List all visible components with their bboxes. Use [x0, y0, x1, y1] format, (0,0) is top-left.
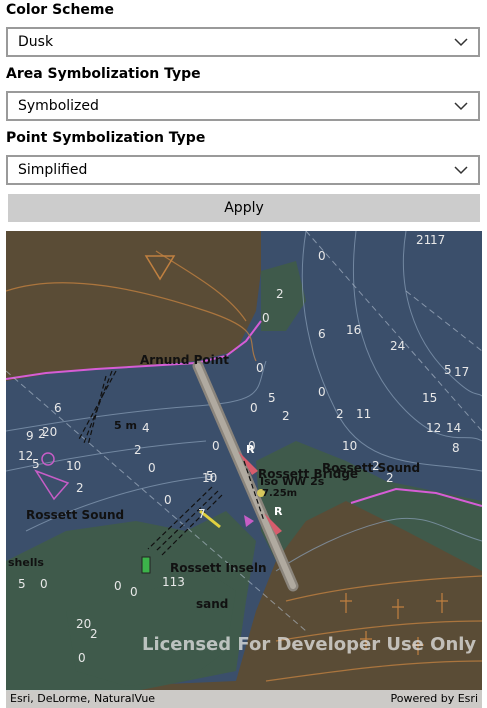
sounding-label: 0: [262, 311, 270, 325]
sounding-label: 14: [446, 421, 462, 435]
sounding-label: 0: [248, 439, 256, 453]
sounding-label: 0: [256, 361, 264, 375]
sounding-label: 0: [164, 493, 172, 507]
point-symbolization-label: Point Symbolization Type: [6, 130, 206, 146]
sounding-label: 2: [134, 443, 142, 457]
sounding-label: 16: [346, 323, 362, 337]
sounding-label: 0: [212, 439, 220, 453]
light-label: Iso WW 2s: [260, 475, 325, 488]
sounding-label: 0: [250, 401, 258, 415]
sounding-label: 0: [148, 461, 156, 475]
light-label: R: [274, 505, 283, 518]
sounding-label: 2: [372, 459, 380, 473]
sounding-label: 9: [26, 429, 34, 443]
sounding-label: 10: [202, 471, 218, 485]
sounding-label: 12: [426, 421, 442, 435]
depth-label: 5 m: [114, 419, 137, 432]
sounding-label: 0: [318, 249, 326, 263]
color-scheme-label: Color Scheme: [6, 2, 115, 18]
place-label: Rossett Sound: [26, 508, 125, 522]
sounding-label: 5: [268, 391, 276, 405]
sounding-label: 0: [318, 385, 326, 399]
attribution-bar: Esri, DeLorme, NaturalVue Powered by Esr…: [6, 690, 482, 708]
sounding-label: 2: [276, 287, 284, 301]
sounding-label: 11: [356, 407, 372, 421]
buoy-icon: [141, 556, 151, 574]
sounding-label: 2: [76, 481, 84, 495]
sounding-label: 2: [282, 409, 290, 423]
place-label: sand: [196, 597, 229, 611]
attribution-text: Esri, DeLorme, NaturalVue: [10, 692, 156, 705]
area-symbolization-value: Symbolized: [18, 98, 99, 114]
sounding-label: 113: [162, 575, 185, 589]
area-symbolization-label: Area Symbolization Type: [6, 66, 201, 82]
chevron-down-icon: [454, 102, 468, 111]
color-scheme-value: Dusk: [18, 34, 54, 50]
map-view[interactable]: Arnund Point Rossett Sound Rossett Sound…: [6, 231, 482, 708]
sounding-label: 2: [90, 627, 98, 641]
area-symbolization-dropdown[interactable]: Symbolized: [6, 91, 480, 121]
sounding-label: 6: [54, 401, 62, 415]
chevron-down-icon: [454, 38, 468, 47]
sounding-label: 17: [430, 233, 446, 247]
sounding-label: 2: [386, 471, 394, 485]
sounding-label: 15: [422, 391, 438, 405]
sounding-label: 4: [142, 421, 150, 435]
sounding-label: 24: [390, 339, 406, 353]
sounding-label: 0: [130, 585, 138, 599]
sounding-label: 5: [18, 577, 26, 591]
light-label: 7.25m: [262, 488, 298, 499]
sounding-label: 0: [40, 577, 48, 591]
place-label: shells: [8, 556, 44, 569]
point-symbolization-dropdown[interactable]: Simplified: [6, 155, 480, 185]
sounding-label: 8: [452, 441, 460, 455]
sounding-label: 20: [76, 617, 92, 631]
sounding-label: 10: [342, 439, 358, 453]
sounding-label: 5: [32, 457, 40, 471]
sounding-label: 21: [416, 233, 432, 247]
sounding-label: 12: [18, 449, 34, 463]
sounding-label: 6: [318, 327, 326, 341]
apply-button[interactable]: Apply: [8, 194, 480, 222]
sounding-label: 17: [454, 365, 470, 379]
sounding-label: 20: [42, 425, 58, 439]
point-symbolization-value: Simplified: [18, 162, 88, 178]
sounding-label: 2: [336, 407, 344, 421]
place-label: Arnund Point: [140, 353, 230, 367]
color-scheme-dropdown[interactable]: Dusk: [6, 27, 480, 57]
sounding-label: 0: [114, 579, 122, 593]
developer-watermark: Licensed For Developer Use Only: [142, 634, 477, 655]
place-label: Rossett Inseln: [170, 561, 267, 575]
chevron-down-icon: [454, 166, 468, 175]
sounding-label: 10: [66, 459, 82, 473]
sounding-label: 0: [78, 651, 86, 665]
powered-by-text: Powered by Esri: [390, 692, 478, 705]
sounding-label: 7: [198, 507, 206, 521]
sounding-label: 5: [444, 363, 452, 377]
